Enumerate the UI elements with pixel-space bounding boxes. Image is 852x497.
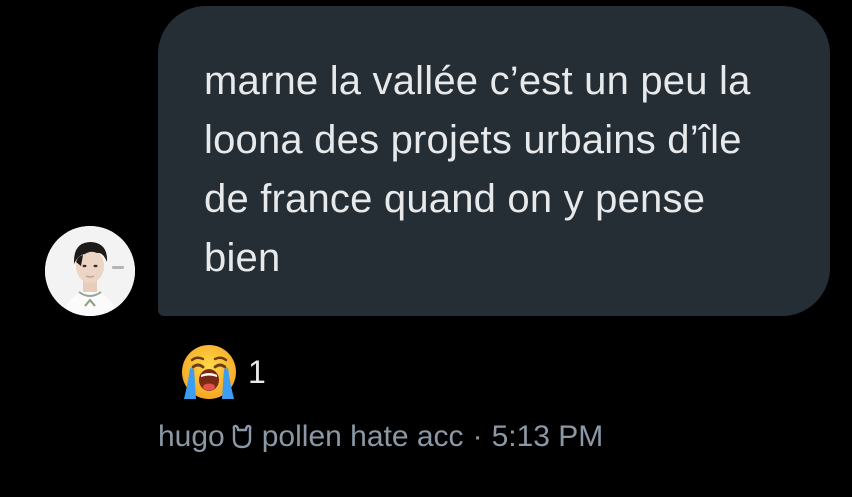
avatar-photo-icon bbox=[45, 226, 135, 316]
meta-separator: · bbox=[472, 420, 483, 453]
message-bubble[interactable]: marne la vallée c’est un peu la loona de… bbox=[158, 6, 830, 316]
reaction-count: 1 bbox=[248, 353, 266, 390]
sender-name: hugo bbox=[158, 420, 225, 453]
sender-suffix: pollen hate acc bbox=[261, 420, 464, 453]
loudly-crying-face-icon bbox=[182, 345, 236, 399]
sender-avatar[interactable] bbox=[45, 226, 135, 316]
bear-face-outline-icon bbox=[232, 424, 252, 449]
message-timestamp: 5:13 PM bbox=[491, 420, 604, 453]
message-meta: hugo pollen hate acc · 5:13 PM bbox=[158, 420, 603, 454]
message-reaction[interactable]: 1 bbox=[180, 342, 266, 402]
message-text: marne la vallée c’est un peu la loona de… bbox=[204, 59, 751, 280]
dm-conversation-view: marne la vallée c’est un peu la loona de… bbox=[0, 0, 852, 497]
